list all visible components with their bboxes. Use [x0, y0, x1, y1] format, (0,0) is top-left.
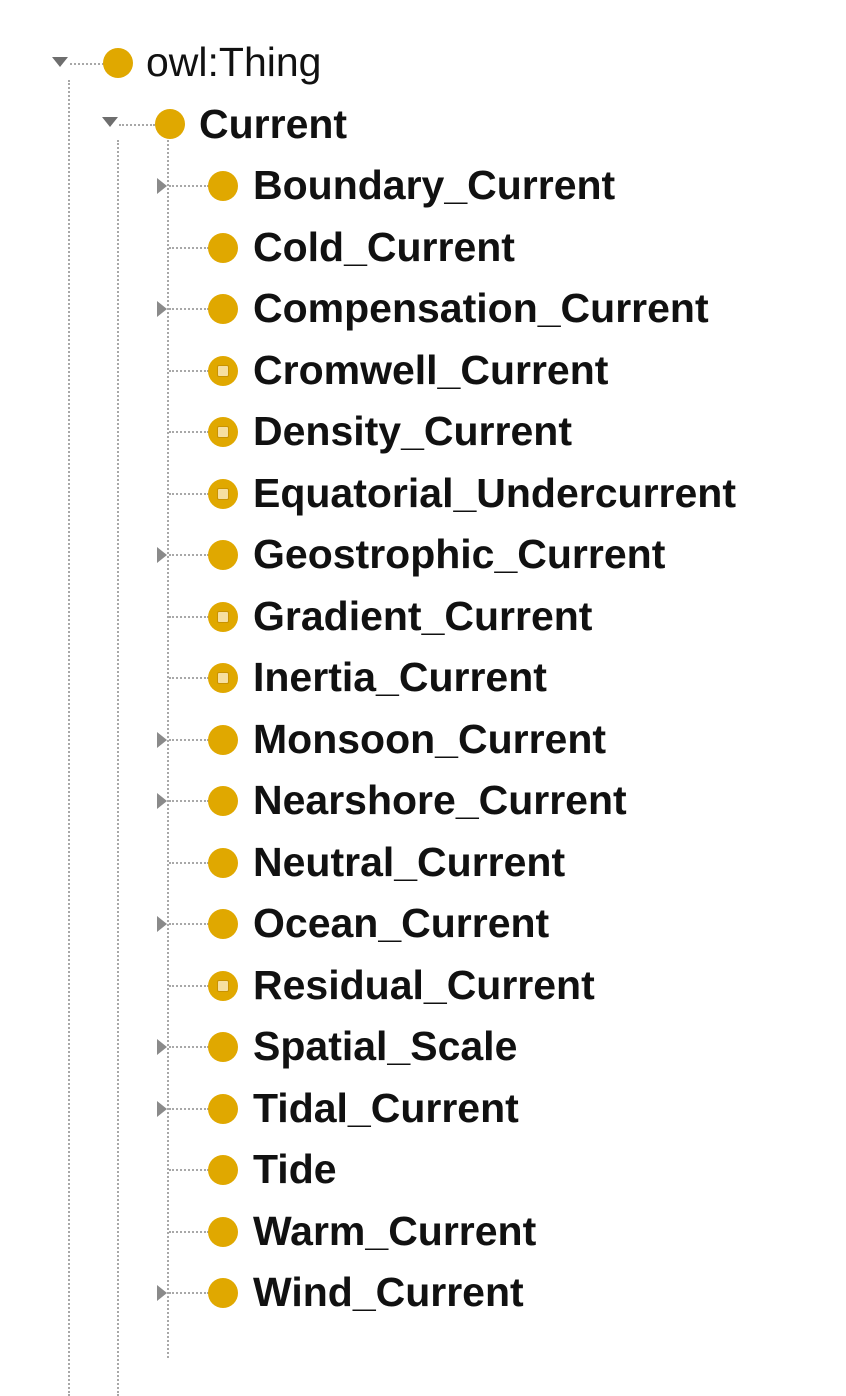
node-label: Geostrophic_Current: [253, 531, 666, 577]
node-label: Monsoon_Current: [253, 716, 607, 762]
tree-connector: [169, 616, 209, 618]
expand-toggle-icon[interactable]: [102, 117, 118, 127]
class-icon: [208, 1278, 238, 1308]
expand-toggle-icon[interactable]: [52, 57, 68, 67]
class-icon: [208, 540, 238, 570]
tree-connector: [169, 431, 209, 433]
tree-connector: [169, 739, 209, 741]
class-icon: [208, 725, 238, 755]
expand-toggle-icon[interactable]: [157, 301, 167, 317]
class-icon: [208, 1032, 238, 1062]
tree-connector: [119, 124, 155, 126]
node-label: Inertia_Current: [253, 654, 547, 700]
node-label: Density_Current: [253, 408, 572, 454]
node-label: Tide: [253, 1146, 337, 1192]
defined-class-icon: [208, 479, 238, 509]
expand-toggle-icon[interactable]: [157, 547, 167, 563]
tree-guide-current: [117, 140, 119, 1396]
expand-toggle-icon[interactable]: [157, 178, 167, 194]
tree-connector: [169, 1231, 209, 1233]
node-label: Residual_Current: [253, 962, 595, 1008]
tree-connector: [169, 1292, 209, 1294]
tree-connector: [169, 554, 209, 556]
expand-toggle-icon[interactable]: [157, 732, 167, 748]
expand-toggle-icon[interactable]: [157, 916, 167, 932]
class-icon: [208, 1155, 238, 1185]
node-label: Spatial_Scale: [253, 1023, 518, 1069]
expand-toggle-icon[interactable]: [157, 793, 167, 809]
defined-class-icon: [208, 971, 238, 1001]
tree-connector: [169, 247, 209, 249]
defined-class-icon: [208, 602, 238, 632]
defined-class-icon: [208, 356, 238, 386]
node-label: Current: [199, 101, 348, 147]
expand-toggle-icon[interactable]: [157, 1285, 167, 1301]
node-label: Cold_Current: [253, 224, 515, 270]
node-label: Cromwell_Current: [253, 347, 609, 393]
tree-connector: [169, 985, 209, 987]
class-icon: [208, 786, 238, 816]
tree-connector: [169, 677, 209, 679]
node-label: Ocean_Current: [253, 900, 550, 946]
tree-guide-root: [68, 80, 70, 1396]
tree-connector: [169, 1046, 209, 1048]
node-label: Gradient_Current: [253, 593, 593, 639]
node-label: Neutral_Current: [253, 839, 566, 885]
tree-connector: [169, 862, 209, 864]
node-label: Boundary_Current: [253, 162, 616, 208]
tree-connector: [70, 63, 104, 65]
class-icon: [208, 909, 238, 939]
class-hierarchy-tree: owl:Thing Current Boundary_Current Cold_C…: [0, 0, 846, 1396]
expand-toggle-icon[interactable]: [157, 1039, 167, 1055]
node-label: owl:Thing: [146, 39, 322, 85]
node-label: Wind_Current: [253, 1269, 524, 1315]
tree-connector: [169, 1108, 209, 1110]
tree-guide-children: [167, 140, 169, 1358]
class-icon: [208, 1094, 238, 1124]
node-label: Nearshore_Current: [253, 777, 627, 823]
node-label: Equatorial_Undercurrent: [253, 470, 736, 516]
tree-connector: [169, 493, 209, 495]
node-label: Compensation_Current: [253, 285, 709, 331]
tree-connector: [169, 185, 209, 187]
class-icon: [208, 171, 238, 201]
tree-connector: [169, 1169, 209, 1171]
class-icon: [208, 1217, 238, 1247]
node-label: Tidal_Current: [253, 1085, 519, 1131]
class-icon: [208, 233, 238, 263]
expand-toggle-icon[interactable]: [157, 1101, 167, 1117]
tree-connector: [169, 370, 209, 372]
tree-connector: [169, 923, 209, 925]
defined-class-icon: [208, 417, 238, 447]
defined-class-icon: [208, 663, 238, 693]
tree-connector: [169, 308, 209, 310]
class-icon: [208, 848, 238, 878]
node-label: Warm_Current: [253, 1208, 537, 1254]
class-icon: [155, 109, 185, 139]
tree-connector: [169, 800, 209, 802]
class-icon: [103, 48, 133, 78]
class-icon: [208, 294, 238, 324]
